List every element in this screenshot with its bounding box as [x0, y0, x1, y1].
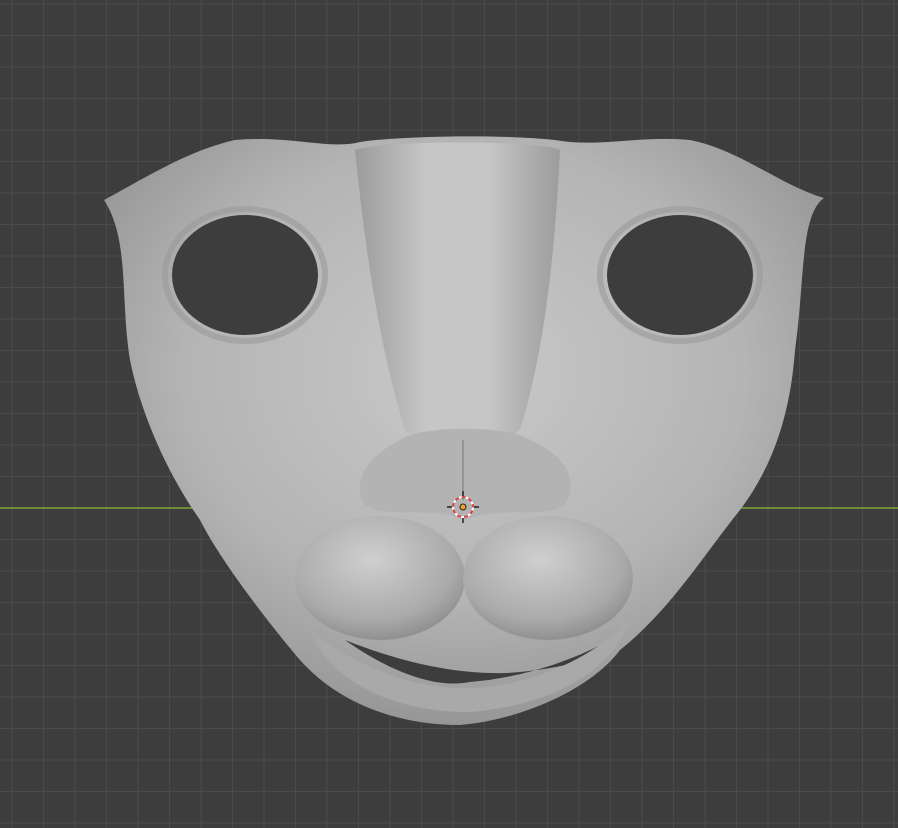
right-eye-hole	[607, 215, 753, 335]
3d-viewport[interactable]	[0, 0, 898, 828]
cat-mask-mesh[interactable]	[104, 136, 824, 726]
left-eye-hole	[172, 215, 318, 335]
right-muzzle-pad	[463, 516, 633, 640]
left-muzzle-pad	[295, 516, 465, 640]
viewport-canvas[interactable]	[0, 0, 898, 828]
